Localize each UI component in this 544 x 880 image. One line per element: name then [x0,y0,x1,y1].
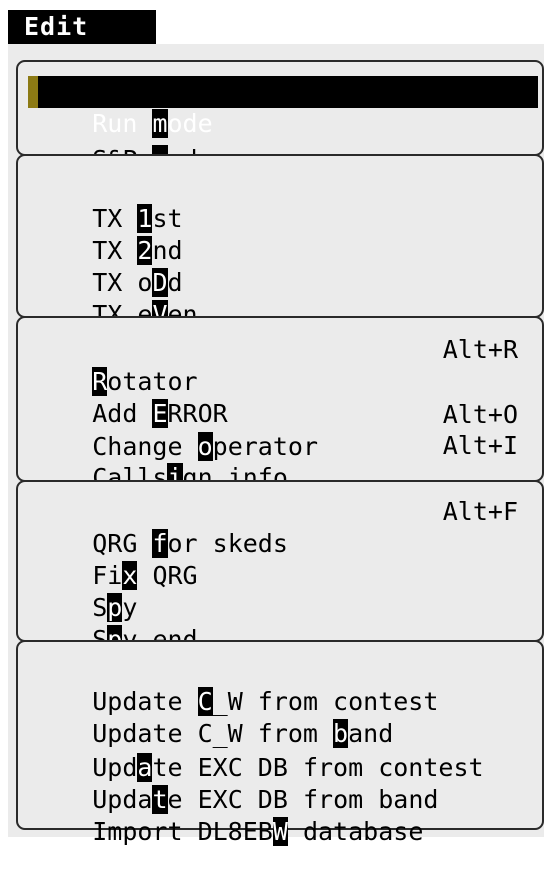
menu-item-update-cw-contest[interactable]: Update C_W from contest [32,654,526,716]
menu-item-qrg-for-skeds[interactable]: QRG for skeds Alt+F [32,496,526,558]
hotkey: W [272,817,288,846]
menu-title[interactable]: Edit [8,10,156,44]
menu-item-update-exc-contest[interactable]: Update EXC DB from contest [32,720,526,782]
edit-menu-panel: Run mode S&P mode TX 1st TX 2nd TX oDd T… [8,44,544,846]
menu-item-run-mode[interactable]: Run mode [28,76,538,138]
shortcut-label: Alt+O [442,400,518,429]
menu-item-sp-mode[interactable]: S&P mode [32,112,526,174]
selection-marker [28,76,38,108]
menu-item-update-cw-band[interactable]: Update C_W from band [32,686,526,748]
shortcut-label: Alt+I [442,431,518,460]
menu-item-change-operator[interactable]: Change operator Alt+O [32,399,526,461]
menu-item-rotator[interactable]: Rotator Alt+R [32,334,526,396]
menu-item-callsign-info[interactable]: Callsign info Alt+I [32,430,526,492]
shortcut-label: Alt+R [442,335,518,364]
menu-item-add-error[interactable]: Add ERROR [32,366,526,428]
menu-item-tx-2nd[interactable]: TX 2nd [32,203,526,265]
menu-item-spy-end[interactable]: Spy end [32,592,526,654]
menu-item-tx-odd[interactable]: TX oDd [32,235,526,297]
menu-item-spy[interactable]: Spy [32,560,526,622]
shortcut-label: Alt+F [442,497,518,526]
menu-item-tx-1st[interactable]: TX 1st [32,171,526,233]
menu-item-tx-even[interactable]: TX eVen [32,267,526,329]
menu-item-import-dl8ebw[interactable]: Import DL8EBW database [32,784,526,846]
menu-item-fix-qrg[interactable]: Fix QRG [32,528,526,590]
menu-item-update-exc-band[interactable]: Update EXC DB from band [32,752,526,814]
